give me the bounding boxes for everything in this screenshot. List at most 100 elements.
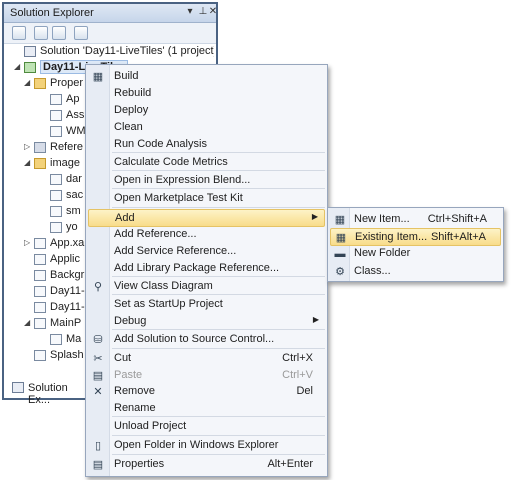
tree-node[interactable]: Solution 'Day11-LiveTiles' (1 project) [14, 44, 214, 60]
submenu-arrow-icon: ▶ [311, 212, 318, 221]
paste-icon: ▤ [92, 370, 104, 382]
menu-separator [112, 188, 325, 189]
window-position-dropdown-icon[interactable]: ▾ [184, 6, 196, 18]
menu-item-shortcut: Alt+Enter [267, 458, 313, 470]
menu-item-label: Cut [114, 352, 132, 364]
remove-icon: ✕ [93, 386, 103, 398]
menu-item-add[interactable]: Add ▶ [88, 209, 325, 227]
menu-separator [112, 276, 325, 277]
solution-explorer-tab-label: Solution Ex... [28, 382, 68, 406]
existing-item-icon: ▦ [335, 232, 347, 244]
tree-expander-icon[interactable]: ◢ [24, 159, 32, 167]
menu-item-label: Paste [114, 369, 143, 381]
tree-node-label: Refere [50, 141, 84, 153]
tree-expander-icon[interactable]: ◢ [24, 79, 32, 87]
menu-item-label: Add Service Reference... [114, 245, 237, 257]
tree-node-label: sm [66, 205, 81, 217]
show-all-files-icon[interactable] [34, 26, 48, 40]
submenu-item-new-item[interactable]: ▦ New Item... Ctrl+Shift+A [330, 211, 501, 229]
menu-separator [112, 170, 325, 171]
tree-node-label: MainP [50, 317, 82, 329]
menu-item-add-reference[interactable]: Add Reference... [88, 226, 325, 244]
menu-item-shortcut: Del [296, 385, 313, 397]
menu-item-label: Calculate Code Metrics [114, 156, 228, 168]
menu-item-label: Debug [114, 315, 147, 327]
submenu-item-new-folder[interactable]: ▬ New Folder [330, 245, 501, 263]
open-folder-icon: ▯ [94, 440, 102, 452]
solution-explorer-titlebar: Solution Explorer ▾ ⊥ ✕ [4, 4, 219, 23]
properties-toolbar-icon[interactable] [12, 26, 26, 40]
image-file-icon [34, 254, 46, 265]
submenu-item-label: Existing Item... [355, 231, 428, 243]
submenu-item-label: New Item... [354, 213, 410, 225]
close-icon[interactable]: ✕ [207, 6, 219, 18]
menu-separator [112, 152, 325, 153]
new-item-icon: ▦ [334, 214, 346, 226]
project-context-menu: ▦ Build Rebuild Deploy Clean Run Code Analysi… [85, 64, 328, 477]
menu-item-cut[interactable]: ✂ Cut Ctrl+X [88, 350, 325, 368]
menu-item-set-as-startup-project[interactable]: Set as StartUp Project [88, 296, 325, 314]
tree-expander-icon[interactable]: ◢ [14, 63, 22, 71]
menu-separator [112, 207, 325, 208]
menu-item-open-folder-in-windows-explorer[interactable]: ▯ Open Folder in Windows Explorer [88, 437, 325, 455]
menu-item-remove[interactable]: ✕ Remove Del [88, 383, 325, 401]
tree-node-label: WM [66, 125, 86, 137]
image-file-icon [50, 190, 62, 201]
file-icon [50, 110, 62, 121]
refresh-icon[interactable] [52, 26, 66, 40]
solution-explorer-toolbar [4, 23, 216, 44]
properties-icon: ▤ [92, 459, 104, 471]
menu-item-label: Rebuild [114, 87, 152, 99]
image-file-icon [34, 350, 46, 361]
menu-item-label: Unload Project [114, 420, 187, 432]
menu-item-add-service-reference[interactable]: Add Service Reference... [88, 243, 325, 261]
image-file-icon [50, 206, 62, 217]
submenu-item-class[interactable]: ⚙ Class... [330, 263, 501, 281]
menu-item-shortcut: Ctrl+X [282, 352, 313, 364]
tree-node-label: Applic [50, 253, 80, 265]
add-submenu: ▦ New Item... Ctrl+Shift+A ▦ Existing Item..… [327, 207, 504, 282]
menu-item-clean[interactable]: Clean [88, 119, 325, 137]
file-icon [50, 94, 62, 105]
submenu-item-existing-item[interactable]: ▦ Existing Item... Shift+Alt+A [330, 228, 501, 246]
menu-item-deploy[interactable]: Deploy [88, 102, 325, 120]
menu-item-label: View Class Diagram [114, 280, 213, 292]
view-class-diagram-icon[interactable] [74, 26, 88, 40]
menu-item-build[interactable]: ▦ Build [88, 68, 325, 86]
tree-expander-icon[interactable]: ◢ [24, 319, 32, 327]
menu-separator [112, 329, 325, 330]
tree-node-label: dar [66, 173, 82, 185]
file-icon [50, 126, 62, 137]
solution-explorer-tab[interactable]: Solution Ex... [8, 378, 88, 406]
menu-item-rebuild[interactable]: Rebuild [88, 85, 325, 103]
menu-item-unload-project[interactable]: Unload Project [88, 418, 325, 436]
xaml-file-icon [34, 318, 46, 329]
menu-item-label: Open Marketplace Test Kit [114, 192, 243, 204]
folder-icon [34, 158, 46, 169]
tree-node-label: image [50, 157, 80, 169]
image-file-icon [34, 270, 46, 281]
menu-item-add-solution-to-source-control[interactable]: ⛁ Add Solution to Source Control... [88, 331, 325, 349]
build-icon: ▦ [92, 71, 104, 83]
tree-expander-icon[interactable]: ▷ [24, 143, 32, 151]
menu-item-label: Open in Expression Blend... [114, 174, 251, 186]
tree-node-label: Ma [66, 333, 82, 345]
tree-expander-icon[interactable]: ▷ [24, 239, 32, 247]
image-file-icon [50, 174, 62, 185]
tree-node-label: sac [66, 189, 84, 201]
tree-node-label: Solution 'Day11-LiveTiles' (1 project) [40, 45, 214, 57]
image-file-icon [50, 222, 62, 233]
image-file-icon [34, 286, 46, 297]
tree-node-label: Day11- [50, 285, 85, 297]
submenu-item-label: New Folder [354, 247, 411, 259]
menu-item-open-marketplace-test-kit[interactable]: Open Marketplace Test Kit [88, 190, 325, 208]
menu-item-properties[interactable]: ▤ Properties Alt+Enter [88, 456, 325, 474]
